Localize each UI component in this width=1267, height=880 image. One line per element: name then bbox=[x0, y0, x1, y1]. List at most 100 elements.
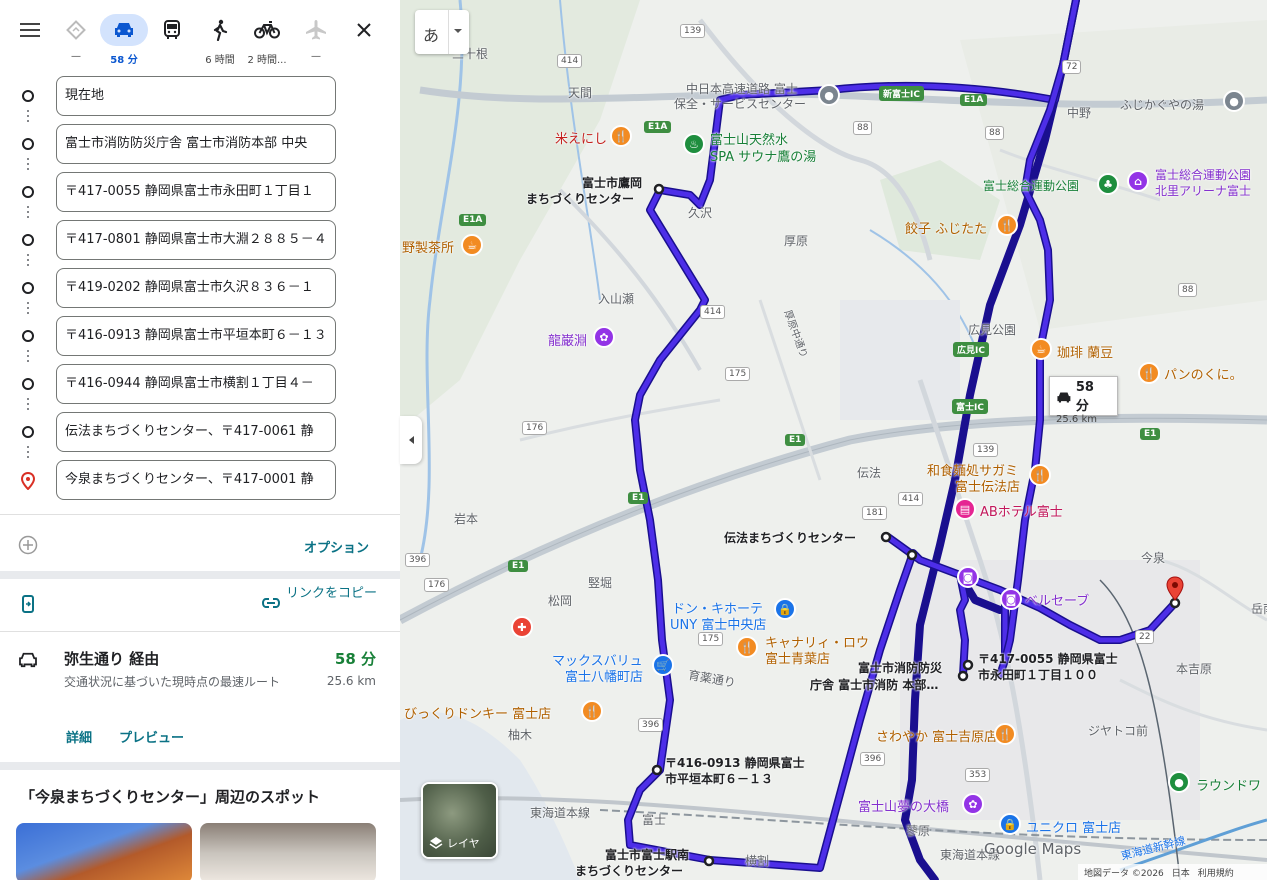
copy-link-button[interactable]: リンクをコピー bbox=[262, 586, 382, 608]
map-label: ラウンドワ bbox=[1196, 779, 1262, 794]
attraction-pin-icon[interactable]: ✿ bbox=[593, 326, 615, 348]
map-label: 入山瀬 bbox=[598, 292, 635, 306]
map-label: 新富士IC bbox=[879, 86, 924, 101]
attraction-pin-icon[interactable]: ◙ bbox=[1000, 588, 1022, 610]
route-shield: 139 bbox=[973, 443, 999, 457]
collapse-panel-button[interactable] bbox=[400, 416, 422, 464]
close-directions-button[interactable] bbox=[344, 14, 384, 46]
route-preview-button[interactable]: プレビュー bbox=[119, 727, 184, 746]
badge-time: 58 分 bbox=[1075, 380, 1094, 414]
map-label: 米えにし bbox=[555, 132, 608, 147]
waypoint-dot-icon bbox=[22, 426, 34, 438]
menu-icon bbox=[20, 23, 40, 37]
route-shield: 88 bbox=[853, 121, 873, 135]
hotspring-pin-icon[interactable]: ♨ bbox=[683, 133, 705, 155]
map-label: 伝法まちづくりセンター bbox=[724, 531, 857, 545]
route-title: 弥生通り 経由 bbox=[64, 650, 160, 668]
mode-car-label: 58 分 bbox=[110, 55, 138, 66]
map-label: 龍巌淵 bbox=[548, 334, 588, 349]
terms-link[interactable]: 利用規約 bbox=[1198, 866, 1234, 879]
waypoint-input[interactable]: 伝法まちづくりセンター、〒417-0061 静 bbox=[56, 412, 336, 452]
spot-thumbnail[interactable] bbox=[200, 823, 376, 880]
waypoint-input[interactable]: 〒419-0202 静岡県富士市久沢８３６－１ bbox=[56, 268, 336, 308]
map-label: SPA サウナ鷹の湯 bbox=[710, 150, 817, 165]
waypoint-row: 伝法まちづくりセンター、〒417-0061 静 bbox=[0, 412, 400, 452]
hospital-pin-icon[interactable]: ✚ bbox=[511, 616, 533, 638]
car-icon bbox=[19, 652, 37, 668]
map-country[interactable]: 日本 bbox=[1172, 866, 1190, 879]
shopping-cart-pin-icon[interactable]: 🛒 bbox=[652, 654, 674, 676]
divider bbox=[448, 10, 449, 54]
destination-input[interactable]: 今泉まちづくりセンター、〒417-0001 静 bbox=[56, 460, 336, 500]
restaurant-pin-icon[interactable]: 🍴 bbox=[1029, 464, 1051, 486]
map-label: 富士総合運動公園 bbox=[1155, 168, 1252, 182]
map-label: 保全・サービスセンター bbox=[674, 97, 807, 111]
map-label: 富士山夢の大橋 bbox=[858, 800, 950, 815]
add-destination-button[interactable] bbox=[18, 535, 38, 559]
map-label: びっくりドンキー 富士店 bbox=[404, 707, 552, 722]
input-language-button[interactable]: あ bbox=[415, 10, 469, 54]
mode-transit-button[interactable] bbox=[152, 14, 192, 46]
cafe-pin-icon[interactable]: ☕ bbox=[1030, 338, 1052, 360]
mode-flight-button[interactable] bbox=[296, 14, 336, 46]
shopping-pin-icon[interactable]: 🔒 bbox=[774, 598, 796, 620]
park-pin-icon[interactable]: ♣ bbox=[1097, 173, 1119, 195]
map-label: 久沢 bbox=[688, 206, 713, 220]
hotel-pin-icon[interactable]: ▤ bbox=[954, 498, 976, 520]
map-label: 富士市鷹岡 bbox=[582, 176, 643, 190]
restaurant-pin-icon[interactable]: 🍴 bbox=[736, 636, 758, 658]
map-canvas[interactable]: 天間 三十根 米えにし 🍴 中日本高速道路 富士 保全・サービスセンター ● ♨… bbox=[400, 0, 1267, 880]
mode-best-button[interactable] bbox=[56, 14, 96, 46]
mode-walk-button[interactable] bbox=[200, 14, 240, 46]
destination-marker-icon[interactable] bbox=[1165, 576, 1185, 604]
mode-bike-label: 2 時間... bbox=[247, 55, 287, 66]
place-pin-icon[interactable]: ● bbox=[1168, 771, 1190, 793]
restaurant-pin-icon[interactable]: 🍴 bbox=[581, 700, 603, 722]
map-label: 今泉 bbox=[1141, 551, 1166, 565]
map-label: 富士伝法店 bbox=[955, 480, 1021, 495]
map-label: ABホテル富士 bbox=[980, 505, 1063, 520]
route-shield: E1A bbox=[960, 94, 988, 106]
route-shield: 414 bbox=[557, 54, 583, 68]
waypoint-input[interactable]: 〒416-0913 静岡県富士市平垣本町６－１３ bbox=[56, 316, 336, 356]
restaurant-pin-icon[interactable]: 🍴 bbox=[994, 723, 1016, 745]
divider bbox=[0, 514, 400, 515]
map-label: 富士市富士駅南 bbox=[605, 848, 690, 862]
map-label: パンのくに。 bbox=[1164, 368, 1243, 383]
mode-car-button[interactable] bbox=[100, 14, 148, 46]
route-shield: E1A bbox=[644, 121, 672, 133]
nearby-spots-title: 「今泉まちづくりセンター」周辺のスポット bbox=[20, 788, 321, 806]
mode-bike-button[interactable] bbox=[247, 14, 287, 46]
waypoint-input[interactable]: 現在地 bbox=[56, 76, 336, 116]
restaurant-pin-icon[interactable]: 🍴 bbox=[610, 125, 632, 147]
send-to-phone-button[interactable] bbox=[20, 595, 36, 617]
waypoint-input[interactable]: 富士市消防防災庁舎 富士市消防本部 中央 bbox=[56, 124, 336, 164]
restaurant-pin-icon[interactable]: 🍴 bbox=[996, 214, 1018, 236]
map-label: まちづくりセンター bbox=[575, 864, 684, 878]
attraction-pin-icon[interactable]: ⌂ bbox=[1127, 170, 1149, 192]
route-shield: 181 bbox=[862, 506, 888, 520]
route-card[interactable]: 弥生通り 経由 58 分 交通状況に基づいた現時点の最速ルート 25.6 km … bbox=[0, 632, 400, 762]
route-shield: E1 bbox=[508, 560, 529, 572]
landmark-pin-icon[interactable]: ● bbox=[1223, 90, 1245, 112]
layers-button[interactable]: レイヤ bbox=[421, 782, 498, 859]
landmark-pin-icon[interactable]: ● bbox=[818, 84, 840, 106]
divider bbox=[0, 762, 400, 770]
attraction-pin-icon[interactable]: ✿ bbox=[962, 793, 984, 815]
waypoint-dot-icon bbox=[22, 330, 34, 342]
copy-link-label: リンクをコピー bbox=[286, 586, 378, 601]
route-duration-badge[interactable]: 58 分 25.6 km bbox=[1049, 376, 1118, 425]
shopping-pin-icon[interactable]: 🔒 bbox=[999, 813, 1021, 835]
menu-button[interactable] bbox=[10, 14, 50, 46]
waypoint-input[interactable]: 〒417-0055 静岡県富士市永田町１丁目１ bbox=[56, 172, 336, 212]
options-button[interactable]: オプション bbox=[304, 537, 369, 556]
route-details-button[interactable]: 詳細 bbox=[66, 727, 92, 746]
spot-thumbnail[interactable] bbox=[16, 823, 192, 880]
route-shield: 72 bbox=[1062, 60, 1082, 74]
waypoint-input[interactable]: 〒416-0944 静岡県富士市横割１丁目４－ bbox=[56, 364, 336, 404]
restaurant-pin-icon[interactable]: 🍴 bbox=[1138, 362, 1160, 384]
route-shield: 175 bbox=[698, 632, 724, 646]
waypoint-input[interactable]: 〒417-0801 静岡県富士市大淵２８８５－４ bbox=[56, 220, 336, 260]
attraction-pin-icon[interactable]: ◙ bbox=[957, 566, 979, 588]
cafe-pin-icon[interactable]: ☕ bbox=[461, 234, 483, 256]
